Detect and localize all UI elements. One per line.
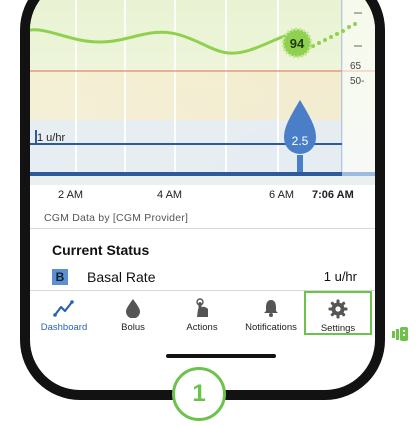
axis-label-50: 50- [350, 76, 364, 87]
tab-settings[interactable]: Settings [304, 291, 372, 335]
basal-rate-value: 1 u/hr [323, 269, 357, 284]
app-screen: 65 50- 94 1 u/hr 2.5 2 AM 4 AM 6 AM 7:06… [30, 0, 375, 390]
tap-hand-icon [196, 298, 208, 317]
tab-notifications-label: Notifications [245, 322, 297, 333]
time-label-4am: 4 AM [157, 189, 183, 201]
divider [30, 228, 375, 229]
glucose-reading-dot [323, 38, 327, 42]
tab-bolus[interactable]: Bolus [99, 292, 167, 338]
tap-gesture-icon [392, 327, 408, 341]
glucose-reading-dot [335, 32, 339, 36]
tab-settings-label: Settings [320, 323, 356, 334]
glucose-reading-dot [317, 41, 321, 45]
tab-dashboard[interactable]: Dashboard [30, 292, 98, 338]
current-status-title: Current Status [52, 242, 150, 258]
axis-label-65: 65 [350, 61, 362, 72]
phone-frame: 65 50- 94 1 u/hr 2.5 2 AM 4 AM 6 AM 7:06… [20, 0, 385, 400]
bell-icon [264, 300, 278, 317]
tab-notifications[interactable]: Notifications [237, 292, 305, 338]
tab-bolus-label: Bolus [121, 322, 145, 333]
glucose-reading-dot [329, 35, 333, 39]
basal-axis-label: 1 u/hr [37, 132, 65, 144]
glucose-chart[interactable]: 65 50- 94 1 u/hr 2.5 [30, 0, 375, 186]
step-callout: 1 [172, 367, 226, 421]
drop-icon [126, 299, 140, 318]
bolus-value: 2.5 [292, 134, 309, 148]
tab-bar: Dashboard Bolus Actions Notifications Se… [30, 291, 375, 342]
tab-dashboard-label: Dashboard [40, 322, 88, 333]
current-glucose-value: 94 [290, 36, 305, 51]
tab-actions-label: Actions [186, 322, 218, 333]
time-axis: 2 AM 4 AM 6 AM 7:06 AM [30, 185, 375, 207]
gear-icon [328, 299, 348, 319]
timeline-bar [30, 172, 342, 176]
glucose-reading-dot [341, 29, 345, 33]
cgm-provider-text: CGM Data by [CGM Provider] [44, 212, 189, 224]
trend-chart-icon [53, 300, 74, 317]
basal-badge: B [52, 269, 68, 285]
glucose-reading-dot [353, 22, 357, 26]
basal-rate-label: Basal Rate [87, 269, 156, 285]
tab-actions[interactable]: Actions [168, 292, 236, 338]
time-label-2am: 2 AM [58, 189, 84, 201]
right-axis-panel [342, 0, 375, 175]
time-label-6am: 6 AM [269, 189, 295, 201]
home-indicator[interactable] [166, 354, 276, 358]
timeline-bar-right [342, 172, 375, 176]
current-time-label: 7:06 AM [312, 189, 354, 201]
current-glucose-badge[interactable]: 94 [281, 27, 313, 59]
glucose-reading-dot [347, 25, 351, 29]
